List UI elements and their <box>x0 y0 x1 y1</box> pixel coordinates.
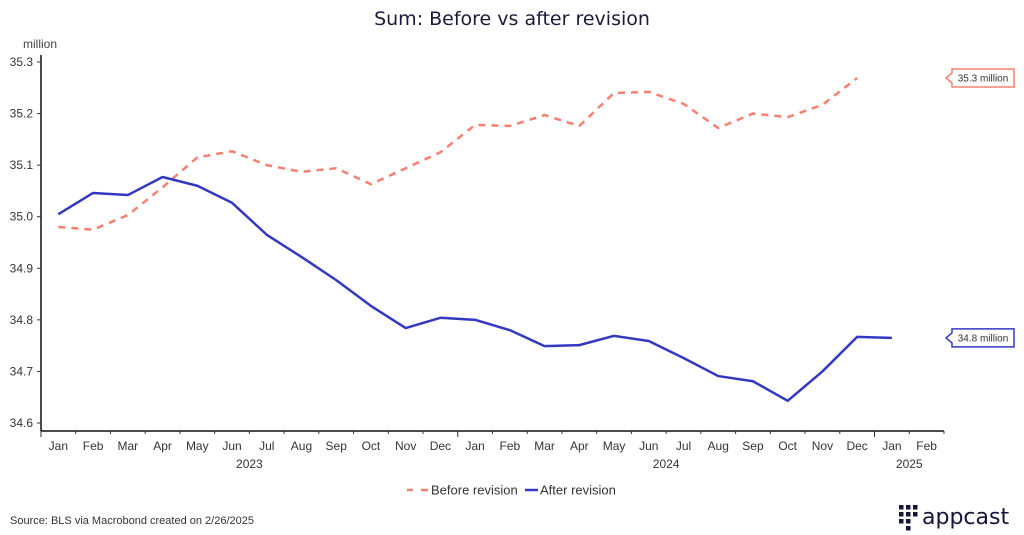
y-tick-label: 35.2 <box>10 107 34 121</box>
source-note: Source: BLS via Macrobond created on 2/2… <box>10 515 254 527</box>
logo-dot <box>899 519 904 524</box>
y-tick-label: 35.1 <box>10 158 34 172</box>
logo-dot <box>913 505 918 510</box>
x-tick-label: Jan <box>465 439 484 453</box>
legend-item-after-revision: After revision <box>525 483 616 498</box>
x-tick-label: Apr <box>570 439 589 453</box>
logo-dot <box>906 505 911 510</box>
before-revision-callout: 35.3 million <box>944 68 1015 88</box>
logo-dot <box>899 512 904 517</box>
x-tick-label: Nov <box>395 439 416 453</box>
y-tick-label: 35.0 <box>10 210 34 224</box>
x-tick-label: Oct <box>362 439 381 453</box>
callout-label: 35.3 million <box>958 73 1009 84</box>
x-tick-label: Mar <box>117 439 138 453</box>
y-axis: 34.6 34.7 34.8 34.9 35.0 35.1 35.2 35.3 <box>10 55 42 431</box>
y-axis-unit-label: million <box>23 37 57 51</box>
x-tick-label: Nov <box>812 439 833 453</box>
logo-dot <box>906 526 911 531</box>
x-tick-label: Sep <box>742 439 764 453</box>
logo-dot <box>913 512 918 517</box>
series-layer <box>57 76 892 403</box>
chart: Sum: Before vs after revision million 34… <box>10 8 1015 531</box>
x-tick-label: Feb <box>83 439 104 453</box>
y-tick-label: 34.7 <box>10 364 34 378</box>
x-tick-label: May <box>603 439 626 453</box>
x-tick-label: Mar <box>534 439 555 453</box>
x-year-label: 2025 <box>896 457 923 471</box>
legend-item-before-revision: Before revision <box>407 483 518 498</box>
x-tick-label: Aug <box>708 439 729 453</box>
logo-dot <box>906 519 911 524</box>
x-axis: Jan Feb Mar Apr May Jun Jul Aug Sep Oct Nov Dec Jan F… <box>40 430 945 471</box>
x-tick-label: Dec <box>846 439 867 453</box>
legend-label: After revision <box>540 483 616 498</box>
x-tick-label: Oct <box>778 439 797 453</box>
x-tick-label: Aug <box>291 439 312 453</box>
logo-dots-icon <box>899 505 918 531</box>
y-tick-label: 34.6 <box>10 416 34 430</box>
x-tick-label: Apr <box>153 439 172 453</box>
x-tick-label: Jan <box>882 439 901 453</box>
before-revision-line <box>58 76 858 231</box>
x-tick-label: Jun <box>222 439 241 453</box>
x-tick-label: Sep <box>326 439 348 453</box>
callout-layer: 35.3 million 34.8 million <box>944 68 1015 348</box>
x-tick-label: Jun <box>639 439 658 453</box>
x-year-label: 2024 <box>653 457 680 471</box>
legend: Before revision After revision <box>407 483 616 498</box>
x-tick-label: Jul <box>259 439 274 453</box>
y-tick-label: 34.9 <box>10 261 34 275</box>
x-tick-label: Jan <box>49 439 68 453</box>
x-tick-label: Jul <box>676 439 691 453</box>
chart-title: Sum: Before vs after revision <box>374 8 650 30</box>
y-tick-label: 34.8 <box>10 313 34 327</box>
legend-label: Before revision <box>431 483 518 498</box>
logo-dot <box>906 512 911 517</box>
after-revision-callout: 34.8 million <box>944 328 1015 348</box>
after-revision-line <box>57 175 892 403</box>
logo-dot <box>899 505 904 510</box>
logo-text: appcast <box>922 505 1009 530</box>
appcast-logo: appcast <box>899 505 1009 531</box>
callout-label: 34.8 million <box>958 333 1009 344</box>
x-tick-label: Dec <box>430 439 451 453</box>
y-tick-label: 35.3 <box>10 55 34 69</box>
x-tick-label: Feb <box>500 439 521 453</box>
x-year-label: 2023 <box>236 457 263 471</box>
x-tick-label: Feb <box>916 439 937 453</box>
x-tick-label: May <box>186 439 209 453</box>
